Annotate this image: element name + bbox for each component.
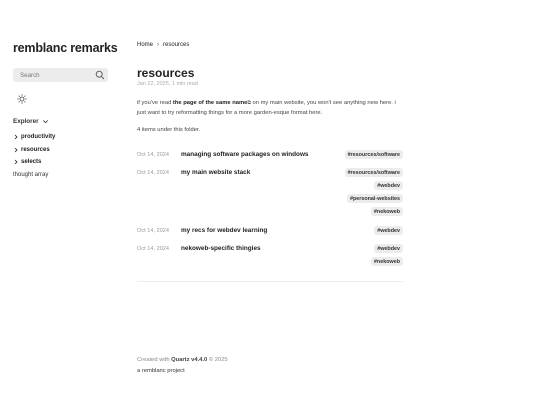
item-date: Oct 14, 2024: [137, 228, 170, 234]
item-tags: #webdev: [374, 226, 403, 244]
tag[interactable]: #nekoweb: [370, 207, 403, 216]
chevron-right-icon: [14, 134, 18, 140]
item-title[interactable]: nekoweb-specific thingies: [181, 244, 371, 274]
intro-text: if you've read: [137, 100, 173, 106]
sidebar-item-label: selects: [21, 159, 42, 166]
site-title[interactable]: remblanc remarks: [13, 41, 118, 55]
item-title[interactable]: my main website stack: [181, 168, 345, 226]
breadcrumb-home[interactable]: Home: [137, 42, 153, 48]
search-placeholder: Search: [20, 71, 40, 79]
tag[interactable]: #resources/software: [344, 168, 403, 177]
footer-text: Created with: [137, 357, 172, 363]
footer-project[interactable]: a remblanc project: [137, 368, 185, 374]
chevron-right-icon: [14, 147, 18, 153]
tag[interactable]: #resources/software: [344, 150, 403, 159]
intro-link[interactable]: the page of the same name: [173, 100, 247, 106]
sidebar-item-label: resources: [21, 146, 50, 153]
sidebar-item-selects[interactable]: selects: [13, 156, 55, 169]
folder-count: 4 items under this folder.: [137, 127, 201, 133]
tag[interactable]: #nekoweb: [370, 257, 403, 266]
sun-icon[interactable]: [17, 94, 27, 104]
breadcrumb-separator: ›: [157, 42, 160, 48]
quartz-link[interactable]: Quartz v4.4.0: [171, 357, 207, 363]
footer-text: © 2025: [207, 357, 228, 363]
item-tags: #webdev #nekoweb: [370, 244, 403, 274]
page-meta: Jan 22, 2025, 1 min read: [137, 81, 198, 87]
sidebar-item-label: thought array: [13, 171, 49, 178]
sidebar-item-productivity[interactable]: productivity: [13, 131, 55, 144]
divider: [137, 281, 403, 282]
chevron-right-icon: [14, 159, 18, 165]
item-title[interactable]: my recs for webdev learning: [181, 226, 374, 244]
item-tags: #resources/software: [344, 150, 403, 168]
list-item: Oct 14, 2024 my main website stack #reso…: [137, 168, 403, 226]
tag[interactable]: #personal-websites: [346, 194, 403, 203]
breadcrumb: Home › resources: [137, 42, 189, 48]
tag[interactable]: #webdev: [374, 181, 403, 190]
item-date: Oct 14, 2024: [137, 170, 170, 176]
sidebar-item-thought-array[interactable]: thought array: [13, 169, 55, 182]
explorer-tree: productivity resources selects thought a…: [13, 131, 55, 181]
chevron-down-icon: [42, 120, 48, 124]
footer-credit: Created with Quartz v4.4.0 © 2025: [137, 357, 228, 363]
sidebar-item-resources[interactable]: resources: [13, 144, 55, 157]
tag[interactable]: #webdev: [374, 244, 403, 253]
item-title[interactable]: managing software packages on windows: [181, 150, 345, 168]
search-icon: [95, 70, 105, 80]
list-item: Oct 14, 2024 managing software packages …: [137, 150, 403, 168]
explorer-toggle[interactable]: Explorer: [13, 118, 49, 125]
item-tags: #resources/software #webdev #personal-we…: [344, 168, 403, 226]
page-title: resources: [137, 66, 195, 80]
tag[interactable]: #webdev: [374, 226, 403, 235]
list-item: Oct 14, 2024 my recs for webdev learning…: [137, 226, 403, 244]
search-bar[interactable]: Search: [13, 68, 108, 82]
intro-paragraph: if you've read the page of the same name…: [137, 98, 405, 118]
item-date: Oct 14, 2024: [137, 246, 170, 252]
list-item: Oct 14, 2024 nekoweb-specific thingies #…: [137, 244, 403, 274]
sidebar-item-label: productivity: [21, 134, 56, 141]
page-list: Oct 14, 2024 managing software packages …: [137, 150, 403, 274]
breadcrumb-current: resources: [163, 42, 190, 48]
explorer-label: Explorer: [13, 118, 39, 125]
item-date: Oct 14, 2024: [137, 152, 170, 158]
